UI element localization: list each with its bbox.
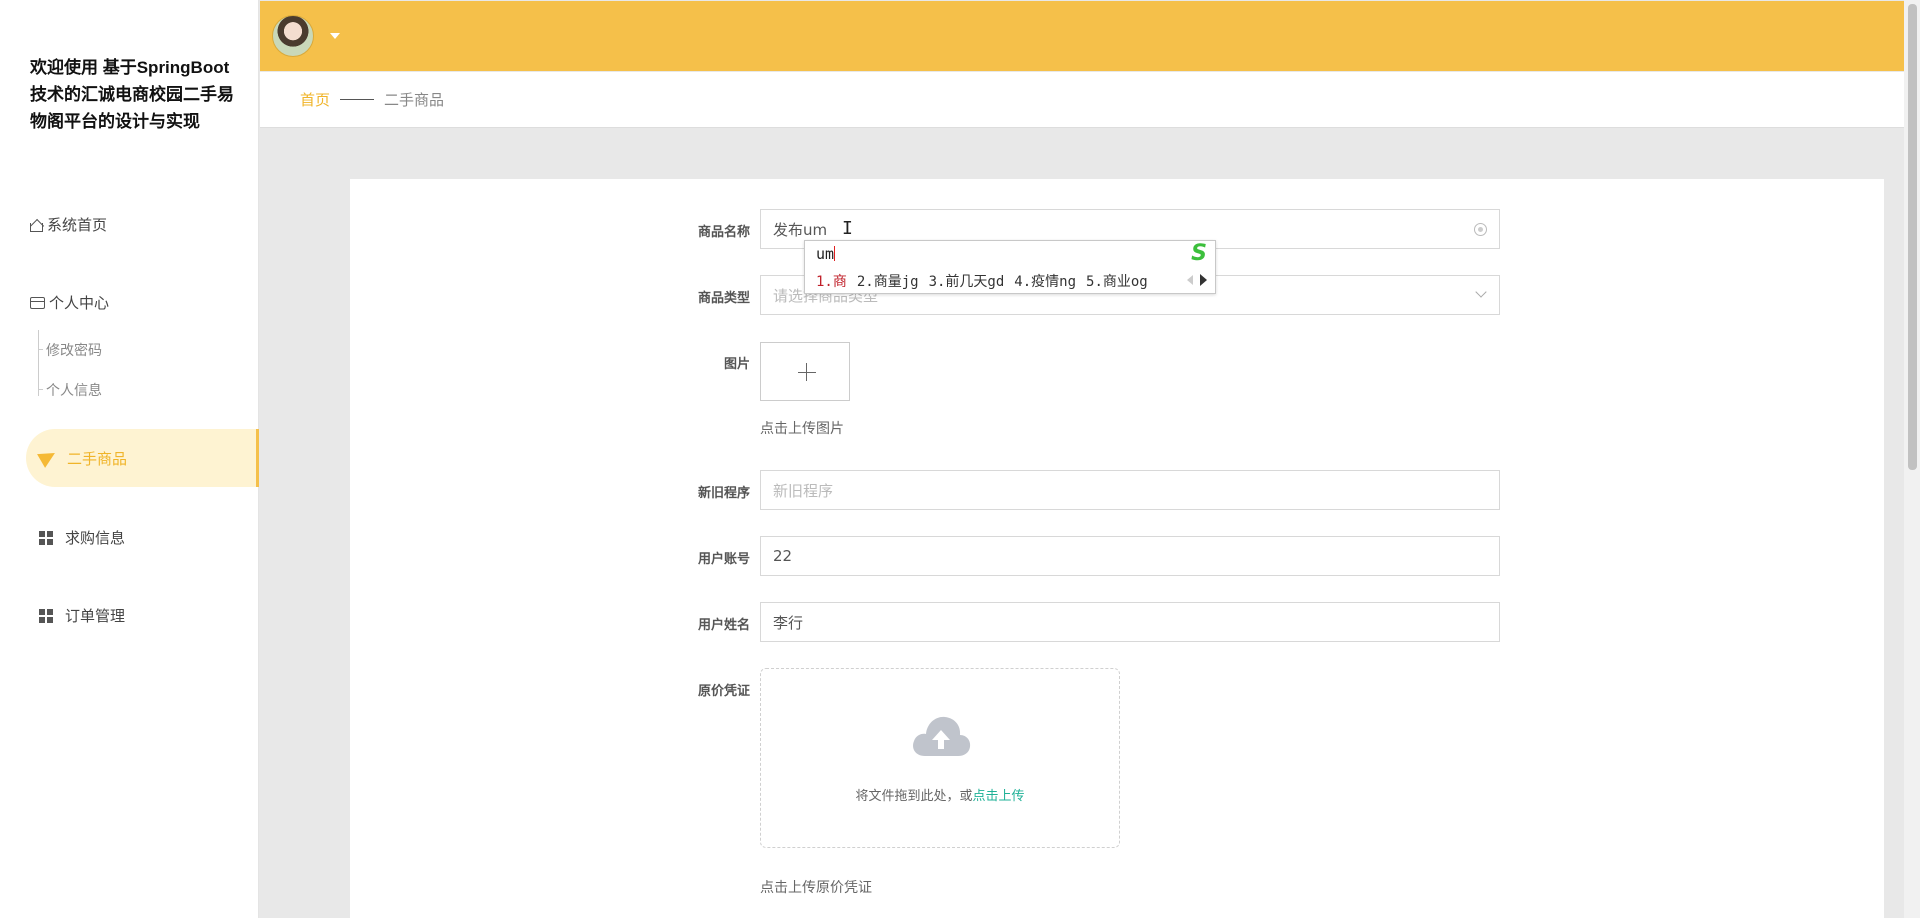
site-title: 欢迎使用 基于SpringBoot技术的汇诚电商校园二手易物阁平台的设计与实现 — [30, 58, 234, 131]
sidebar: 欢迎使用 基于SpringBoot技术的汇诚电商校园二手易物阁平台的设计与实现 … — [0, 0, 259, 918]
sidebar-item-label: 系统首页 — [47, 216, 108, 234]
ime-candidate-list: 1.商 2.商量jg 3.前几天gd 4.疫情ng 5.商业og — [816, 271, 1158, 291]
username-input[interactable]: 李行 — [760, 602, 1500, 642]
ime-candidate[interactable]: 1.商 — [816, 274, 847, 290]
sidebar-item-personal-center[interactable]: 个人中心 — [30, 292, 109, 313]
field-label-type: 商品类型 — [697, 291, 750, 306]
ime-composition-text: um — [816, 245, 835, 263]
text-cursor-icon: I — [842, 218, 853, 239]
field-label-account: 用户账号 — [697, 552, 750, 567]
sidebar-item-label: 求购信息 — [65, 529, 126, 547]
card-icon — [30, 296, 45, 309]
ime-logo: S — [1191, 241, 1207, 266]
dropzone-instruction: 将文件拖到此处，或 — [855, 789, 973, 804]
ime-prev-page-icon[interactable] — [1187, 275, 1193, 285]
proof-dropzone[interactable]: 将文件拖到此处，或点击上传 — [760, 668, 1120, 848]
dropzone-text: 将文件拖到此处，或点击上传 — [761, 785, 1119, 804]
breadcrumb-current: 二手商品 — [384, 91, 445, 109]
ime-candidate[interactable]: 2.商量jg — [857, 274, 919, 290]
field-label-name: 商品名称 — [697, 225, 750, 240]
submenu-tree-line — [38, 330, 39, 396]
sidebar-item-change-password[interactable]: 修改密码 — [38, 340, 102, 360]
sidebar-item-personal-info[interactable]: 个人信息 — [38, 380, 102, 400]
sidebar-item-home[interactable]: 系统首页 — [30, 214, 107, 235]
cloud-upload-icon — [913, 716, 971, 756]
condition-input[interactable]: 新旧程序 — [760, 470, 1500, 510]
top-bar — [260, 1, 1904, 71]
ime-candidate[interactable]: 4.疫情ng — [1014, 274, 1076, 290]
breadcrumb-separator — [340, 99, 375, 100]
sidebar-item-label: 二手商品 — [67, 450, 128, 468]
breadcrumb-home[interactable]: 首页 — [300, 89, 330, 110]
ime-candidate-popup: um S 1.商 2.商量jg 3.前几天gd 4.疫情ng 5.商业og — [804, 240, 1216, 294]
ime-candidate[interactable]: 5.商业og — [1086, 274, 1148, 290]
avatar[interactable] — [272, 15, 314, 57]
field-label-image: 图片 — [723, 357, 750, 372]
sidebar-item-label: 订单管理 — [65, 607, 126, 625]
caret-down-icon[interactable] — [330, 33, 340, 39]
ime-composition: um — [816, 245, 836, 263]
sidebar-item-orders[interactable]: 订单管理 — [30, 605, 125, 626]
sidebar-item-label: 个人中心 — [49, 294, 110, 312]
proof-upload-hint: 点击上传原价凭证 — [760, 880, 872, 896]
condition-placeholder: 新旧程序 — [773, 481, 834, 500]
goods-name-value: 发布um — [773, 220, 828, 239]
image-upload-hint: 点击上传图片 — [760, 421, 844, 437]
username-value: 李行 — [773, 613, 804, 632]
paper-plane-icon — [37, 446, 59, 468]
account-input[interactable]: 22 — [760, 536, 1500, 576]
account-value: 22 — [773, 547, 793, 565]
field-label-condition: 新旧程序 — [697, 486, 750, 501]
click-upload-link[interactable]: 点击上传 — [973, 789, 1025, 804]
grid-icon — [39, 530, 53, 545]
scrollbar-thumb[interactable] — [1908, 4, 1917, 470]
ime-candidate[interactable]: 3.前几天gd — [929, 274, 1005, 290]
sidebar-item-secondhand-goods[interactable]: 二手商品 — [26, 429, 259, 487]
grid-icon — [39, 608, 53, 623]
ime-next-page-icon[interactable] — [1200, 274, 1207, 286]
field-label-username: 用户姓名 — [697, 618, 750, 633]
plus-icon — [798, 372, 816, 373]
field-label-proof: 原价凭证 — [697, 684, 750, 699]
chevron-down-icon — [1475, 286, 1487, 298]
clear-icon[interactable] — [1474, 223, 1487, 236]
home-icon — [30, 223, 43, 232]
sidebar-item-purchase-requests[interactable]: 求购信息 — [30, 527, 125, 548]
image-upload-button[interactable] — [760, 342, 850, 401]
breadcrumb: 首页 二手商品 — [260, 72, 1904, 128]
